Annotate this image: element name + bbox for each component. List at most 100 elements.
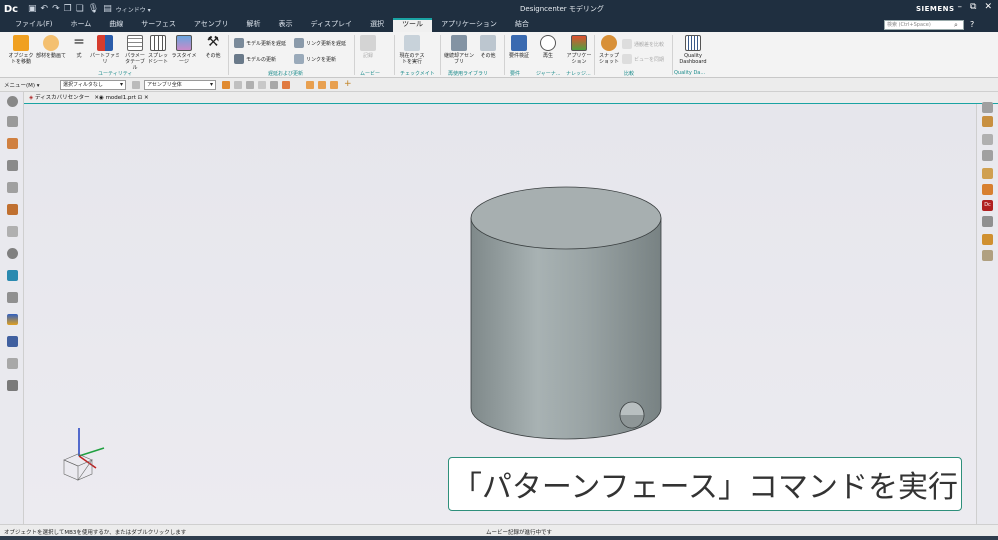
menu-button[interactable]: メニュー(M) ▾ (4, 81, 40, 89)
replay-button[interactable]: 再生 (538, 35, 558, 59)
settings-gear-icon[interactable] (7, 96, 18, 107)
group-label-journal: ジャーナ... (536, 71, 561, 77)
search-icon[interactable]: ⌕ (954, 21, 958, 30)
model-update-button[interactable]: モデルの更新 (234, 54, 276, 64)
tab-menu-7[interactable]: ディスプレイ (302, 18, 362, 32)
tab-menu-10[interactable]: アプリケーション (432, 18, 506, 32)
tab-menu-3[interactable]: サーフェス (132, 18, 185, 32)
web-browser-icon[interactable] (7, 226, 18, 237)
search-input[interactable]: 検索 (Ctrl+Space) (884, 20, 964, 30)
filter-icon[interactable] (132, 81, 140, 89)
face-icon[interactable] (258, 81, 266, 89)
obj-move-button[interactable]: オブジェクトを移動 (8, 35, 34, 65)
tab-menu-2[interactable]: 曲線 (100, 18, 132, 32)
application-button[interactable]: アプリケーション (566, 35, 592, 65)
requirements-verify-button[interactable]: 要件検証 (508, 35, 530, 59)
link-icon (294, 38, 304, 48)
feature-icon[interactable] (282, 81, 290, 89)
view-icon-1[interactable] (306, 81, 314, 89)
tab-menu-11[interactable]: 結合 (506, 18, 538, 32)
section-icon[interactable] (982, 150, 993, 161)
link-update-delay-button[interactable]: リンク更新を遅延 (294, 38, 346, 48)
point-icon[interactable] (234, 81, 242, 89)
copy-icon[interactable]: ❐ (64, 4, 72, 14)
zoom-icon[interactable] (982, 216, 993, 227)
window-icon[interactable]: ▤ (103, 4, 112, 14)
help-icon[interactable]: ? (970, 20, 974, 29)
save-icon[interactable]: ▣ (28, 4, 37, 14)
hd3d-icon[interactable] (7, 204, 18, 215)
system-scenes-icon[interactable] (7, 336, 18, 347)
param-table-button[interactable]: パラメータテーブル (124, 35, 146, 71)
movie-record-button[interactable]: 記録 (358, 35, 378, 59)
restore-button[interactable]: ⧉ (970, 2, 976, 12)
light-icon[interactable] (982, 234, 993, 245)
tab-menu-9[interactable]: ツール (393, 18, 433, 32)
render-icon[interactable] (982, 184, 993, 195)
view-icon-3[interactable] (330, 81, 338, 89)
cylinder-model[interactable] (470, 186, 662, 440)
tab-model1[interactable]: ◉ model1.prt ⊡ ✕ (96, 93, 152, 103)
mic-icon[interactable]: 🎙 (88, 4, 99, 14)
link-update-button[interactable]: リンクを更新 (294, 54, 336, 64)
other-button-1[interactable]: ⚒ その他 (204, 35, 222, 59)
table-view-icon[interactable] (7, 380, 18, 391)
close-button[interactable]: ✕ (984, 2, 992, 12)
window-menu[interactable]: ウィンドウ ▾ (116, 5, 151, 14)
other-button-2[interactable]: その他 (478, 35, 498, 59)
history-icon[interactable] (7, 248, 18, 259)
reuse-library-icon[interactable] (7, 182, 18, 193)
snap-icon[interactable] (222, 81, 230, 89)
raster-image-button[interactable]: ラスタイメージ (170, 35, 198, 65)
person-icon[interactable] (982, 250, 993, 261)
roles-icon[interactable] (7, 314, 18, 325)
tab-menu-4[interactable]: アセンブリ (185, 18, 238, 32)
feature-library-button[interactable]: 継続却アセンブリ (444, 35, 474, 65)
redo-icon[interactable]: ↷ (52, 4, 60, 14)
undo-icon[interactable]: ↶ (41, 4, 49, 14)
mat-move-button[interactable]: 部材を動画て (36, 35, 66, 59)
part-navigator-icon[interactable] (7, 116, 18, 127)
sync-view-button[interactable]: ビューを同期 (622, 54, 664, 64)
palette-icon[interactable] (7, 358, 18, 369)
current-test-button[interactable]: 現在のテストを実行 (398, 35, 426, 65)
scope-select[interactable]: アセンブリ全体 (144, 80, 216, 90)
library-icon (451, 35, 467, 51)
shaded-icon[interactable] (982, 116, 993, 127)
view-triad[interactable] (63, 428, 105, 481)
process-studio-icon[interactable] (7, 292, 18, 303)
tab-menu-6[interactable]: 表示 (270, 18, 302, 32)
tab-menu-0[interactable]: ファイル(F) (6, 18, 62, 32)
minimize-button[interactable]: – (958, 2, 963, 12)
quality-dashboard-button[interactable]: Quality Dashboard (676, 35, 710, 65)
tab-menu-1[interactable]: ホーム (62, 18, 101, 32)
snapshot-button[interactable]: スナップショット (598, 35, 620, 65)
tools-icon: ⚒ (206, 34, 220, 50)
sync-icon (622, 54, 632, 64)
expression-button[interactable]: = 式 (70, 35, 88, 59)
part-family-button[interactable]: パートファミリ (90, 35, 120, 65)
close-tab-icon[interactable]: ✕ (144, 95, 149, 101)
selection-filter-select[interactable]: 選択フィルタなし (60, 80, 126, 90)
tab-discovery-center[interactable]: ◈ ディスカバリセンター ✕ (26, 93, 102, 103)
view-orient-icon[interactable] (982, 102, 993, 113)
paste-icon[interactable]: ❏ (76, 4, 84, 14)
add-icon[interactable]: + (344, 79, 352, 89)
view-icon-2[interactable] (318, 81, 326, 89)
curve-icon[interactable] (246, 81, 254, 89)
wireframe-icon[interactable] (982, 134, 993, 145)
tab-menu-8[interactable]: 選択 (361, 18, 393, 32)
requirements-icon (511, 35, 527, 51)
cube-icon (480, 35, 496, 51)
body-icon[interactable] (270, 81, 278, 89)
constraint-navigator-icon[interactable] (7, 160, 18, 171)
spreadsheet-button[interactable]: スプレッドシート (148, 35, 168, 65)
dc-app-icon[interactable]: Dc (982, 200, 993, 211)
assembly-navigator-icon[interactable] (7, 138, 18, 149)
model-update-delay-button[interactable]: モデル更新を遅延 (234, 38, 286, 48)
material-icon[interactable] (982, 168, 993, 179)
compare-button[interactable]: 通観差を比較 (622, 39, 664, 49)
system-materials-icon[interactable] (7, 270, 18, 281)
pin-icon[interactable]: ⊡ (138, 95, 143, 101)
tab-menu-5[interactable]: 解析 (238, 18, 270, 32)
